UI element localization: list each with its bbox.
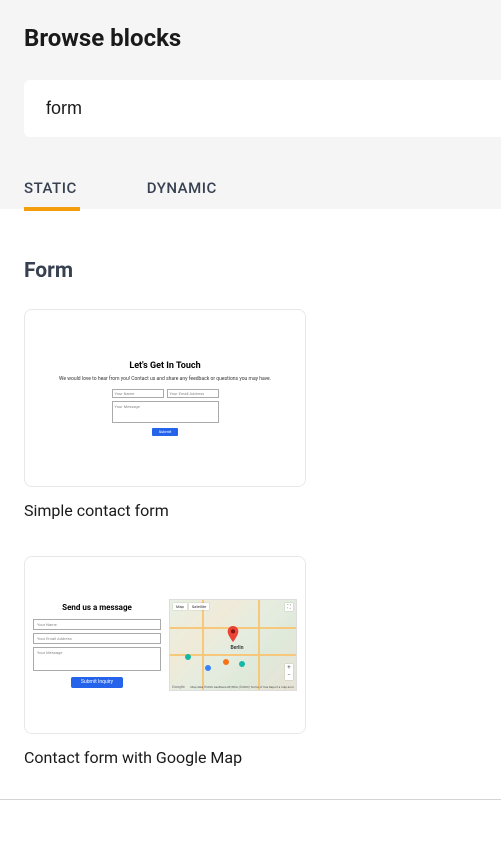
page-title: Browse blocks (24, 24, 477, 52)
preview-email-field: Your Email Address (167, 389, 219, 398)
map-fullscreen-icon: ⛶ (285, 603, 293, 611)
preview-name-field: Your Name (33, 619, 161, 630)
block-preview: Send us a message Your Name Your Email A… (25, 557, 305, 733)
preview-email-field: Your Email Address (33, 633, 161, 644)
map-pin-icon (227, 626, 239, 646)
map-button-map: Map (173, 603, 187, 610)
block-preview: Let's Get In Touch We would love to hear… (25, 310, 305, 486)
tabs: STATIC DYNAMIC (24, 179, 477, 209)
section-heading: Form (24, 259, 477, 283)
block-title: Simple contact form (24, 501, 477, 520)
preview-heading: Send us a message (33, 603, 161, 612)
preview-message-field: Your Message (112, 401, 219, 423)
block-title: Contact form with Google Map (24, 748, 477, 767)
preview-form-column: Send us a message Your Name Your Email A… (33, 603, 161, 688)
block-card-simple-contact-form[interactable]: Let's Get In Touch We would love to hear… (24, 309, 306, 487)
preview-message-field: Your Message (33, 647, 161, 671)
preview-submit-button: Submit Inquiry (71, 677, 123, 688)
preview-name-field: Your Name (112, 389, 164, 398)
map-zoom-in-icon: + (285, 664, 293, 672)
map-button-satellite: Satellite (189, 603, 209, 610)
content-section: Form Let's Get In Touch We would love to… (0, 209, 501, 799)
map-logo: Google (172, 684, 185, 689)
header-section: Browse blocks STATIC DYNAMIC (0, 0, 501, 209)
divider (0, 799, 501, 800)
preview-submit-button: Submit (152, 428, 178, 436)
map-attribution: Map data ©2020 GeoBasis-DE/BKG (©2009) T… (190, 685, 294, 689)
search-input[interactable] (24, 80, 501, 137)
preview-input-row: Your Name Your Email Address (112, 389, 219, 398)
tab-static[interactable]: STATIC (24, 179, 77, 209)
map-city-label: Berlin (230, 645, 243, 651)
tab-dynamic[interactable]: DYNAMIC (147, 179, 217, 209)
map-type-buttons: Map Satellite (173, 603, 209, 610)
search-container (24, 80, 501, 137)
block-card-contact-map[interactable]: Send us a message Your Name Your Email A… (24, 556, 306, 734)
map-zoom-out-icon: − (285, 672, 293, 680)
preview-subheading: We would love to hear from you! Contact … (59, 376, 271, 382)
preview-heading: Let's Get In Touch (129, 361, 200, 371)
preview-map: Map Satellite ⛶ Berlin + − Google Map da… (169, 599, 297, 691)
map-zoom-controls: + − (285, 664, 293, 680)
